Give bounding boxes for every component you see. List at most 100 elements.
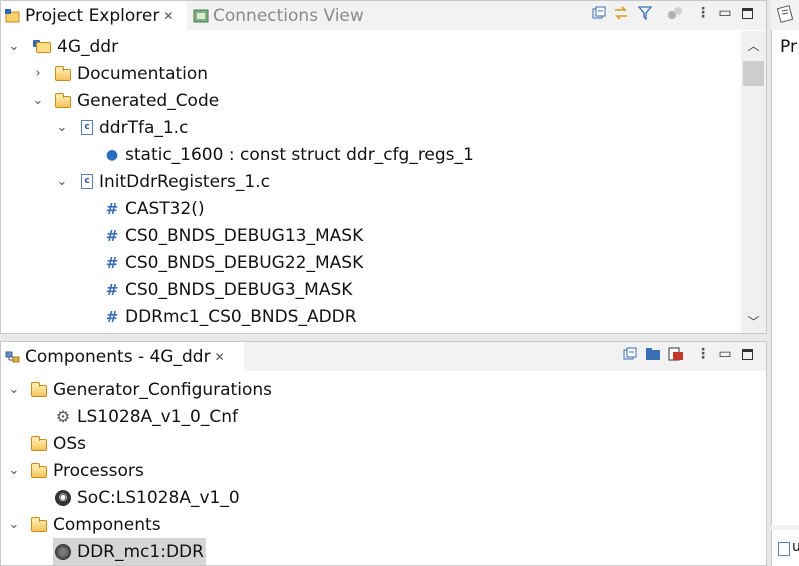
connections-view-icon — [193, 8, 209, 24]
tree-item-label: Components — [53, 514, 161, 535]
tree-item-label: static_1600 : const struct ddr_cfg_regs_… — [125, 144, 474, 165]
tree-item-initddrregisters-file[interactable]: ⌄ c InitDdrRegisters_1.c — [55, 168, 270, 195]
right-panel-bottom-text: u — [792, 539, 799, 555]
view-menu-icon[interactable]: ⋮ — [695, 5, 711, 21]
tab-connections-view[interactable]: Connections View — [189, 1, 379, 30]
outline-icon[interactable] — [776, 5, 794, 27]
tree-item-macro[interactable]: # CS0_BNDS_DEBUG22_MASK — [105, 249, 364, 276]
tree-item-label: ddrTfa_1.c — [99, 117, 189, 138]
tree-item-label: OSs — [53, 433, 87, 454]
maximize-icon[interactable] — [739, 346, 755, 362]
gear-icon: ⚙ — [55, 407, 71, 426]
collapse-all-icon[interactable] — [622, 346, 638, 362]
chip-icon: ◉ — [55, 489, 71, 506]
tree-item-generated-code[interactable]: ⌄ Generated_Code — [31, 87, 220, 114]
tab-label: Connections View — [213, 5, 364, 26]
tree-item-ddrtfa-file[interactable]: ⌄ c ddrTfa_1.c — [55, 114, 189, 141]
tab-components[interactable]: Components - 4G_ddr ✕ — [1, 342, 244, 371]
tab-project-explorer[interactable]: Project Explorer ✕ — [1, 1, 187, 30]
macro-icon: # — [105, 307, 119, 326]
project-explorer-tabbar: Project Explorer ✕ Connections View ⋮ ▭ — [1, 1, 766, 30]
variable-icon: ● — [105, 146, 119, 163]
tree-item-static-variable[interactable]: ● static_1600 : const struct ddr_cfg_reg… — [105, 141, 474, 168]
folder-icon — [31, 516, 47, 532]
tree-item-project[interactable]: ⌄ 4G_ddr — [7, 33, 119, 60]
minimize-icon[interactable]: ▭ — [717, 346, 733, 362]
macro-icon: # — [105, 253, 119, 272]
chevron-down-icon[interactable]: ⌄ — [55, 174, 69, 189]
tree-item-documentation[interactable]: › Documentation — [31, 60, 208, 87]
tab-label: Project Explorer — [25, 5, 160, 26]
tree-item-processor[interactable]: ◉ SoC:LS1028A_v1_0 — [55, 484, 240, 511]
folder-icon — [55, 92, 71, 108]
folder-icon — [31, 381, 47, 397]
chevron-down-icon[interactable]: ⌄ — [55, 120, 69, 135]
tree-item-label: DDR_mc1:DDR — [77, 541, 204, 562]
add-component-icon[interactable] — [668, 346, 684, 362]
open-folder-icon[interactable] — [645, 346, 661, 362]
document-icon[interactable] — [778, 541, 790, 560]
tree-item-generator-configurations[interactable]: ⌄ Generator_Configurations — [7, 376, 272, 403]
tree-item-ddr-component[interactable]: DDR_mc1:DDR — [53, 538, 206, 565]
c-file-icon: c — [81, 120, 93, 135]
close-icon[interactable]: ✕ — [163, 9, 173, 23]
chevron-down-icon[interactable]: ⌄ — [7, 39, 21, 54]
right-panel-text: Pr — [780, 37, 797, 57]
right-side-bottom-panel: u — [771, 530, 799, 566]
tree-item-label: Generated_Code — [77, 90, 220, 111]
tree-item-macro[interactable]: # CS0_BNDS_DEBUG13_MASK — [105, 222, 364, 249]
tree-item-label: CS0_BNDS_DEBUG3_MASK — [125, 279, 353, 300]
project-tree: ⌄ 4G_ddr › Documentation ⌄ Generated_Cod… — [1, 31, 740, 333]
tree-item-components[interactable]: ⌄ Components — [7, 511, 161, 538]
filter-icon[interactable] — [637, 5, 653, 21]
chevron-down-icon[interactable]: ⌄ — [7, 382, 21, 397]
tree-item-label: LS1028A_v1_0_Cnf — [77, 406, 238, 427]
tree-item-configuration[interactable]: ⚙ LS1028A_v1_0_Cnf — [55, 403, 238, 430]
components-tree: ⌄ Generator_Configurations ⚙ LS1028A_v1_… — [1, 372, 766, 565]
sync-icon[interactable] — [667, 5, 683, 21]
tree-item-macro[interactable]: # DDRmc1_CS0_BNDS_ADDR — [105, 303, 357, 330]
project-explorer-icon — [5, 8, 21, 24]
tree-item-label: DDRmc1_CS0_BNDS_ADDR — [125, 306, 357, 327]
folder-icon — [31, 462, 47, 478]
components-icon — [5, 349, 21, 365]
maximize-icon[interactable] — [739, 5, 755, 21]
chevron-down-icon[interactable]: ⌄ — [7, 463, 21, 478]
right-side-panel: Pr — [771, 30, 799, 525]
tree-item-oss[interactable]: OSs — [31, 430, 86, 457]
tab-label: Components - 4G_ddr — [25, 346, 211, 367]
c-file-icon: c — [81, 174, 93, 189]
scroll-up-icon[interactable]: ︿ — [741, 35, 766, 55]
components-tabbar: Components - 4G_ddr ✕ ⋮ ▭ — [1, 342, 766, 371]
collapse-all-icon[interactable] — [591, 5, 607, 21]
vertical-scrollbar[interactable]: ︿ ﹀ — [741, 31, 766, 333]
view-menu-icon[interactable]: ⋮ — [695, 346, 711, 362]
tree-item-label: CS0_BNDS_DEBUG22_MASK — [125, 252, 364, 273]
close-icon[interactable]: ✕ — [215, 350, 225, 364]
tree-item-label: InitDdrRegisters_1.c — [99, 171, 270, 192]
scroll-down-icon[interactable]: ﹀ — [741, 311, 766, 331]
tree-item-label: CAST32() — [125, 198, 205, 219]
chevron-down-icon[interactable]: ⌄ — [31, 93, 45, 108]
chevron-right-icon[interactable]: › — [31, 66, 45, 81]
project-icon — [33, 39, 51, 54]
macro-icon: # — [105, 226, 119, 245]
macro-icon: # — [105, 280, 119, 299]
tree-item-label: SoC:LS1028A_v1_0 — [77, 487, 240, 508]
chevron-down-icon[interactable]: ⌄ — [7, 517, 21, 532]
minimize-icon[interactable]: ▭ — [717, 5, 733, 21]
link-with-editor-icon[interactable] — [613, 5, 629, 21]
tree-item-macro[interactable]: # CS0_BNDS_DEBUG3_MASK — [105, 276, 353, 303]
tree-item-label: Documentation — [77, 63, 209, 84]
tree-item-processors[interactable]: ⌄ Processors — [7, 457, 144, 484]
folder-icon — [31, 435, 47, 451]
macro-icon: # — [105, 199, 119, 218]
tree-item-macro[interactable]: # CAST32() — [105, 195, 205, 222]
project-explorer-view: Project Explorer ✕ Connections View ⋮ ▭ — [0, 0, 767, 334]
tree-item-label: 4G_ddr — [57, 36, 119, 57]
tree-item-label: CS0_BNDS_DEBUG13_MASK — [125, 225, 364, 246]
tree-item-label: Processors — [53, 460, 144, 481]
scrollbar-thumb[interactable] — [743, 61, 764, 86]
folder-icon — [55, 65, 71, 81]
component-icon — [55, 543, 71, 560]
